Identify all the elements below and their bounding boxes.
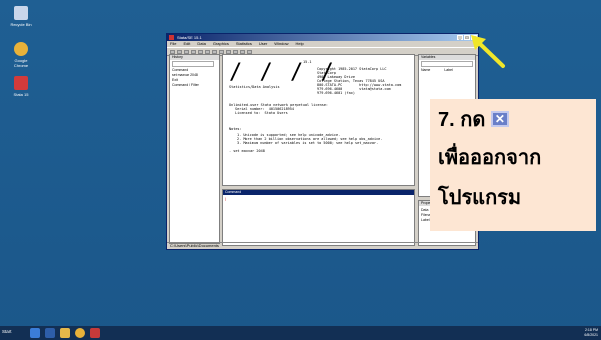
clock-date: 6/8/2021 <box>584 332 598 337</box>
column-header-label[interactable]: Label <box>444 68 453 73</box>
menu-window[interactable]: Window <box>274 41 288 47</box>
start-button[interactable]: Start <box>2 329 12 334</box>
stata-app-icon <box>169 35 174 40</box>
history-list: Command set maxvar 2048 Exit Command / F… <box>172 68 199 88</box>
menu-statistics[interactable]: Statistics <box>236 41 252 47</box>
command-header: Command <box>223 190 414 195</box>
licensed-to-line: Licensed to: Stata Users <box>235 111 288 115</box>
callout-step-text: 7. กด <box>438 109 486 131</box>
variables-search-input[interactable] <box>421 61 473 67</box>
graph-icon[interactable] <box>205 49 210 54</box>
stata-icon[interactable] <box>90 328 100 338</box>
edition-text: Statistics/Data Analysis <box>229 85 280 89</box>
log-icon[interactable] <box>191 49 196 54</box>
do-file-editor-icon[interactable] <box>212 49 217 54</box>
list-item[interactable]: Command / Filter <box>172 83 199 88</box>
menu-edit[interactable]: Edit <box>183 41 190 47</box>
open-icon[interactable] <box>170 49 175 54</box>
desktop-icon-label: Stata 15 <box>13 92 29 97</box>
server-manager-icon[interactable] <box>30 328 40 338</box>
results-pane: / / / / 15.1 Statistics/Data Analysis Co… <box>222 54 415 186</box>
chrome-icon <box>14 42 28 56</box>
history-pane: History Command set maxvar 2048 Exit Com… <box>169 54 220 244</box>
desktop-icon-recycle-bin[interactable]: Recycle Bin <box>10 6 32 27</box>
desktop-icon-label: Google Chrome <box>13 58 29 68</box>
recycle-bin-icon <box>14 6 28 20</box>
chrome-icon[interactable] <box>75 328 85 338</box>
more-icon[interactable] <box>240 49 245 54</box>
menu-user[interactable]: User <box>259 41 267 47</box>
callout-line-3: โปรแกรม <box>438 187 522 209</box>
data-editor-icon[interactable] <box>219 49 224 54</box>
variables-columns: Name Label <box>421 68 453 73</box>
command-input-cursor[interactable]: | <box>225 197 226 201</box>
version-text: 15.1 <box>303 60 312 64</box>
taskbar: Start 2:18 PM 6/8/2021 <box>0 326 601 340</box>
desktop-icon-stata[interactable]: Stata 15 <box>10 76 32 97</box>
window-titlebar[interactable]: Stata/SE 15.1 _ □ x <box>167 34 478 41</box>
fax-line: 979-696-4601 (fax) <box>317 91 355 95</box>
status-bar: C:\Users\Public\Documents <box>167 242 478 249</box>
variables-header: Variables <box>419 55 475 60</box>
desktop: Recycle Bin Google Chrome Stata 15 Stata… <box>0 0 601 340</box>
desktop-icon-label: Recycle Bin <box>10 22 32 27</box>
powershell-icon[interactable] <box>45 328 55 338</box>
callout-line-2: เพื่อออกจาก <box>438 147 542 169</box>
save-icon[interactable] <box>177 49 182 54</box>
menu-graphics[interactable]: Graphics <box>213 41 229 47</box>
file-explorer-icon[interactable] <box>60 328 70 338</box>
command-pane[interactable]: Command | <box>222 189 415 246</box>
instruction-callout: 7. กด ✕ เพื่อออกจาก โปรแกรม <box>430 99 596 231</box>
arrow-pointer-icon <box>471 35 505 68</box>
callout-step-line: 7. กด ✕ <box>438 109 509 131</box>
menu-help[interactable]: Help <box>296 41 304 47</box>
prompt-line: . set maxvar 2048 <box>229 149 265 153</box>
close-icon: ✕ <box>490 111 509 127</box>
variables-manager-icon[interactable] <box>233 49 238 54</box>
note-line: 3. Maximum number of variables is set to… <box>237 141 379 145</box>
taskbar-apps <box>30 328 100 338</box>
window-title: Stata/SE 15.1 <box>177 35 202 40</box>
history-header: History <box>170 55 219 60</box>
menu-data[interactable]: Data <box>197 41 205 47</box>
minimize-button[interactable]: _ <box>457 35 463 40</box>
column-header-name[interactable]: Name <box>421 68 430 73</box>
viewer-icon[interactable] <box>198 49 203 54</box>
stata-icon <box>14 76 28 90</box>
history-search-input[interactable] <box>172 61 214 67</box>
data-browser-icon[interactable] <box>226 49 231 54</box>
break-icon[interactable] <box>247 49 252 54</box>
system-tray-clock[interactable]: 2:18 PM 6/8/2021 <box>584 328 598 337</box>
print-icon[interactable] <box>184 49 189 54</box>
clock-time: 2:18 PM <box>584 328 598 332</box>
desktop-icon-chrome[interactable]: Google Chrome <box>10 42 32 68</box>
notes-header: Notes: <box>229 127 242 131</box>
menu-file[interactable]: File <box>170 41 176 47</box>
